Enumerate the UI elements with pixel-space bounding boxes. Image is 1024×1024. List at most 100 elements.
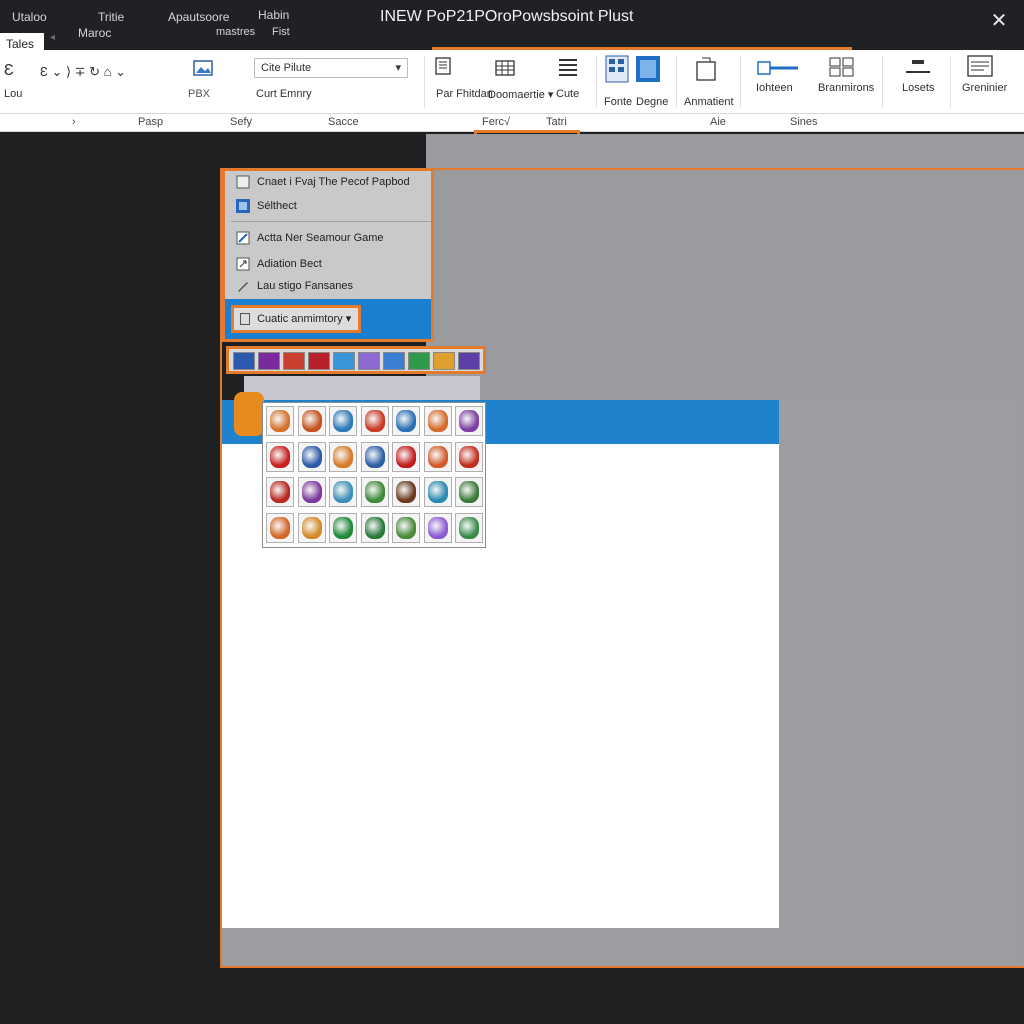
- picture-thumbnail: [396, 445, 416, 468]
- picture-tile[interactable]: [392, 406, 420, 436]
- picture-tile[interactable]: [329, 406, 357, 436]
- picture-tile[interactable]: [360, 512, 389, 543]
- transition-icon[interactable]: [756, 58, 800, 80]
- table-icon[interactable]: [494, 58, 518, 80]
- thumbnail-item[interactable]: [383, 352, 405, 370]
- select-icon: [236, 199, 250, 213]
- thumbnail-item[interactable]: [233, 352, 255, 370]
- animation-button[interactable]: Anmatient: [684, 96, 734, 108]
- picture-icon[interactable]: [192, 58, 216, 80]
- paragraph-icon[interactable]: [434, 56, 458, 78]
- cute-button[interactable]: Cute: [556, 88, 579, 100]
- menu-item-label: Adiation Bect: [257, 258, 322, 270]
- menu-item-select[interactable]: Sélthect: [235, 195, 431, 217]
- picture-tile[interactable]: [392, 441, 420, 472]
- group-label-fercit: Ferc√: [482, 116, 511, 128]
- fonte-button[interactable]: Fonte: [604, 96, 632, 108]
- picture-tile[interactable]: [360, 406, 389, 436]
- greenier-button[interactable]: Greninier: [962, 82, 1007, 94]
- pencil-icon: [238, 282, 248, 292]
- picture-tile[interactable]: [297, 512, 326, 543]
- picture-tile[interactable]: [392, 477, 420, 507]
- subtab-mastres[interactable]: mastres: [216, 26, 255, 38]
- menu-item-lau[interactable]: Lau stigo Fansanes: [235, 275, 431, 297]
- picture-tile[interactable]: [329, 512, 357, 543]
- animation-dropdown-button[interactable]: Cuatic anmimtory ▾: [231, 305, 361, 333]
- close-icon[interactable]: ✕: [988, 10, 1010, 32]
- picture-tile[interactable]: [297, 406, 326, 436]
- picture-thumbnail: [459, 481, 479, 503]
- undo-icon[interactable]: Ɛ: [4, 62, 14, 80]
- picture-tile[interactable]: [266, 441, 294, 472]
- toolbar-glyphs[interactable]: Ɛ ⌄ ⟩ ∓ ↻ ⌂ ⌄: [40, 64, 126, 80]
- picture-tile[interactable]: [455, 441, 483, 472]
- group-label-sefy: Sefy: [230, 116, 253, 128]
- status-area: [0, 968, 1024, 1024]
- thumbnail-item[interactable]: [458, 352, 480, 370]
- group-expander-icon[interactable]: ›: [72, 116, 76, 128]
- picture-tile[interactable]: [266, 512, 294, 543]
- picture-tile[interactable]: [423, 406, 452, 436]
- arrow-box-icon: [236, 257, 250, 271]
- thumbnail-item[interactable]: [433, 352, 455, 370]
- picture-tile[interactable]: [360, 477, 389, 507]
- ribbon-divider: [882, 56, 883, 108]
- picture-thumbnail: [364, 445, 385, 468]
- thumbnail-item[interactable]: [408, 352, 430, 370]
- picture-tile[interactable]: [423, 512, 452, 543]
- brandons-icon[interactable]: [828, 56, 856, 78]
- subtab-maroc[interactable]: Maroc: [78, 26, 111, 40]
- design-icon[interactable]: [634, 54, 662, 84]
- group-label-aie: Aie: [710, 116, 726, 128]
- degne-button[interactable]: Degne: [636, 96, 668, 108]
- tab-apautsoore[interactable]: Apautsoore: [168, 10, 229, 24]
- thumbnail-item[interactable]: [283, 352, 305, 370]
- thumbnail-item[interactable]: [333, 352, 355, 370]
- subtab-fist[interactable]: Fist: [272, 26, 290, 38]
- picture-thumbnail: [427, 410, 448, 432]
- picture-tile[interactable]: [329, 477, 357, 507]
- picture-tile[interactable]: [329, 441, 357, 472]
- picture-tile[interactable]: [423, 441, 452, 472]
- picture-tile[interactable]: [266, 477, 294, 507]
- picture-tile[interactable]: [297, 477, 326, 507]
- lohteen-button[interactable]: Iohteen: [756, 82, 793, 94]
- picture-tile[interactable]: [455, 406, 483, 436]
- picture-thumbnail: [396, 516, 416, 539]
- picture-tile[interactable]: [423, 477, 452, 507]
- documentation-button[interactable]: Doomaertie ▾: [488, 88, 553, 101]
- window-title: INEW PoP21POroPowsbsoint Plust: [380, 8, 634, 25]
- picture-tile[interactable]: [455, 512, 483, 543]
- picture-thumbnail: [459, 445, 479, 468]
- animation-icon[interactable]: [694, 56, 720, 86]
- font-grid-icon[interactable]: [604, 54, 630, 84]
- picture-tile[interactable]: [455, 477, 483, 507]
- thumbnail-item[interactable]: [258, 352, 280, 370]
- greenier-icon[interactable]: [966, 54, 994, 80]
- picture-tile[interactable]: [297, 441, 326, 472]
- tab-tritie[interactable]: Tritie: [98, 10, 124, 24]
- picture-tile[interactable]: [392, 512, 420, 543]
- thumbnail-item[interactable]: [308, 352, 330, 370]
- losets-button[interactable]: Losets: [902, 82, 934, 94]
- font-combo[interactable]: Cite Pilute ▾: [254, 58, 408, 78]
- group-label-pasp: Pasp: [138, 116, 164, 128]
- menu-item-label: Actta Ner Seamour Game: [257, 232, 384, 244]
- picture-thumbnail: [301, 516, 322, 539]
- brandons-button[interactable]: Branmirons: [818, 82, 874, 94]
- picture-tile[interactable]: [360, 441, 389, 472]
- cut-button[interactable]: Curt Emnry: [256, 88, 312, 100]
- menu-item-create[interactable]: Cnaet i Fvaj The Pecof Papbod: [235, 171, 431, 193]
- animation-dropdown-label: Cuatic anmimtory ▾: [257, 313, 352, 325]
- layouts-icon[interactable]: [904, 58, 932, 78]
- picture-thumbnail: [427, 445, 448, 468]
- paragraph-button[interactable]: Par Fhitdan: [436, 88, 493, 100]
- checkbox-icon: [240, 313, 250, 326]
- thumbnail-item[interactable]: [358, 352, 380, 370]
- list-icon[interactable]: [556, 56, 580, 78]
- tab-utaloo[interactable]: Utaloo: [12, 10, 47, 24]
- tab-habin[interactable]: Habin: [258, 8, 289, 22]
- menu-item-action[interactable]: Actta Ner Seamour Game: [235, 227, 431, 249]
- menu-item-adiation[interactable]: Adiation Bect: [235, 253, 431, 275]
- picture-tile[interactable]: [266, 406, 294, 436]
